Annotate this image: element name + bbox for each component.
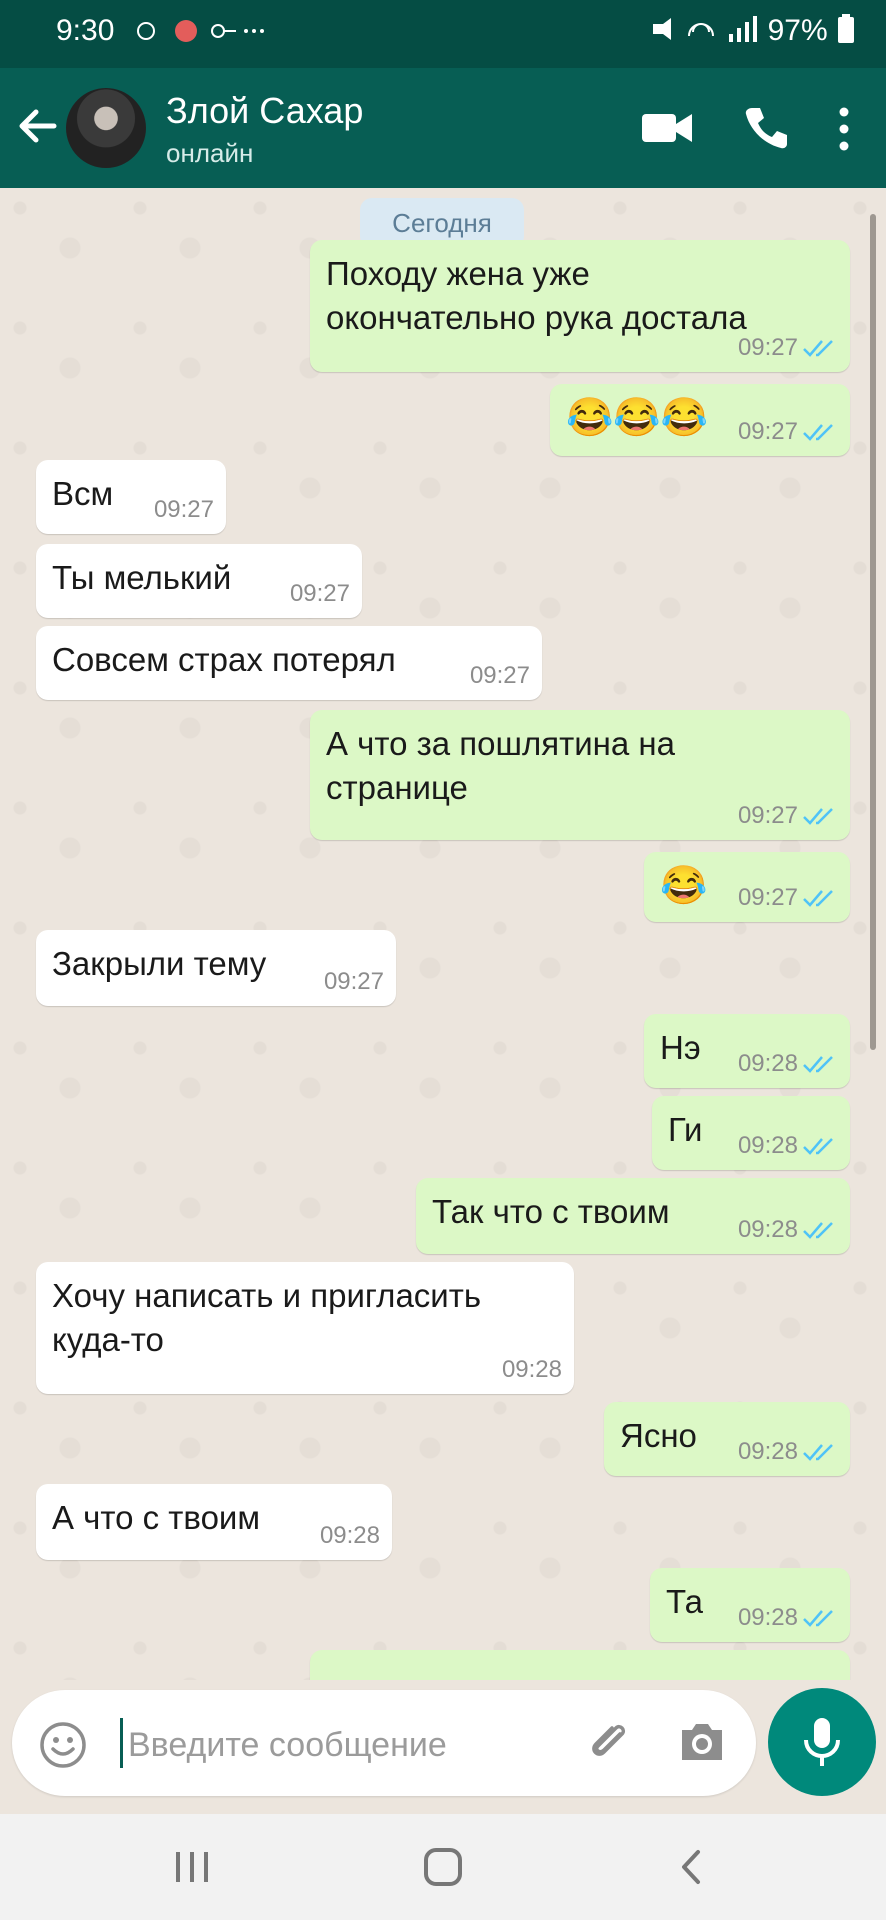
notification-icons-svg [137,20,264,42]
message-text: А что за пошлятина на странице [326,725,675,806]
message-text: А что с твоим [52,1499,261,1536]
message-time: 09:27 [153,496,214,523]
message-text: Ясно [620,1417,697,1454]
back-arrow-icon [19,109,57,143]
message-bubble-incoming[interactable]: Всм 09:27 [36,460,226,534]
message-bubble-outgoing[interactable]: Нэ 09:28 [644,1014,850,1088]
message-bubble-outgoing[interactable]: 😂😂😂 09:27 [550,384,850,456]
more-options-button[interactable] [826,104,862,154]
message-time: 09:27 [737,334,798,361]
mic-icon [804,1718,840,1766]
message-time: 09:28 [737,1438,798,1465]
message-bubble-outgoing[interactable]: Та 09:28 [650,1568,850,1642]
status-bar: 9:30 97% [0,0,886,68]
status-time: 9:30 [56,14,115,47]
attach-button[interactable] [584,1716,636,1768]
message-text: Так что с твоим [432,1193,670,1230]
message-bubble-outgoing[interactable]: Походу жена уже окончательно рука достал… [310,240,850,372]
battery-percent: 97% [767,14,828,47]
message-time: 09:27 [323,968,384,995]
scrollbar[interactable] [870,214,876,1050]
message-time: 09:27 [737,802,798,829]
message-time: 09:28 [737,1604,798,1631]
back-nav-icon [682,1850,700,1884]
message-bubble-incoming[interactable]: Закрыли тему 09:27 [36,930,396,1006]
message-text: Ги [668,1111,703,1148]
message-bubble-outgoing[interactable]: 😂 09:27 [644,852,850,922]
message-text: Совсем страх потерял [52,641,396,678]
message-text: 😂😂😂 [566,397,708,439]
voice-call-button[interactable] [742,104,790,152]
emoji-button[interactable] [38,1720,88,1770]
message-time: 09:28 [501,1356,562,1383]
text-cursor [120,1718,123,1768]
message-bubble-outgoing-partial[interactable] [310,1650,850,1680]
double-check-icon [803,890,833,907]
message-bubble-incoming[interactable]: А что с твоим 09:28 [36,1484,392,1560]
video-call-icon [642,114,692,142]
message-bubble-outgoing[interactable]: Так что с твоим 09:28 [416,1178,850,1254]
double-check-icon [803,1138,833,1155]
message-time: 09:28 [737,1132,798,1159]
message-bubble-incoming[interactable]: Хочу написать и пригласить куда-то 09:28 [36,1262,574,1394]
message-text: Всм [52,475,114,512]
message-bubble-incoming[interactable]: Совсем страх потерял 09:27 [36,626,542,700]
message-text: 😂 [660,865,708,907]
voice-call-icon [745,108,787,149]
attach-icon [592,1724,626,1756]
message-time: 09:27 [737,418,798,445]
message-text: Походу жена уже окончательно рука достал… [326,255,747,336]
home-icon [424,1848,462,1886]
status-right: 97% [649,14,856,48]
contact-name[interactable]: Злой Сахар [166,90,363,132]
voice-message-button[interactable] [768,1688,876,1796]
signal-wifi-icon [653,16,758,42]
message-text: Та [666,1583,704,1620]
video-call-button[interactable] [640,108,694,148]
message-list[interactable]: Сегодня Походу жена уже окончательно рук… [0,188,886,1680]
double-check-icon [803,1056,833,1073]
system-nav-bar [0,1814,886,1920]
message-text: Нэ [660,1029,701,1066]
double-check-icon [803,1610,833,1627]
home-button[interactable] [418,1846,468,1888]
notification-icons [136,16,264,53]
message-time: 09:28 [737,1216,798,1243]
message-bubble-outgoing[interactable]: А что за пошлятина на странице 09:27 [310,710,850,840]
double-check-icon [803,340,833,357]
double-check-icon [803,808,833,825]
message-time: 09:27 [289,580,350,607]
camera-button[interactable] [676,1718,728,1766]
double-check-icon [803,424,833,441]
emoji-icon [40,1722,86,1768]
message-text: Закрыли тему [52,945,267,982]
more-options-icon [839,107,849,151]
camera-icon [682,1724,722,1760]
contact-status: онлайн [166,138,254,168]
double-check-icon [803,1222,833,1239]
back-button[interactable] [14,98,64,154]
message-bubble-outgoing[interactable]: Ясно 09:28 [604,1402,850,1476]
message-bubble-incoming[interactable]: Ты мелький 09:27 [36,544,362,618]
message-time: 09:28 [319,1522,380,1549]
recents-icon [176,1852,208,1882]
message-bubble-outgoing[interactable]: Ги 09:28 [652,1096,850,1170]
recents-button[interactable] [168,1846,218,1888]
double-check-icon [803,1444,833,1461]
message-time: 09:27 [469,662,530,689]
back-nav-button[interactable] [668,1846,718,1888]
message-text: Ты мелький [52,559,232,596]
message-composer [12,1690,756,1796]
message-time: 09:27 [737,884,798,911]
contact-avatar[interactable] [66,88,146,168]
message-time: 09:28 [737,1050,798,1077]
battery-icon [838,14,854,43]
chat-header: Злой Сахар онлайн [0,68,886,188]
message-input[interactable] [126,1714,570,1776]
message-text: Хочу написать и пригласить куда-то [52,1277,482,1358]
